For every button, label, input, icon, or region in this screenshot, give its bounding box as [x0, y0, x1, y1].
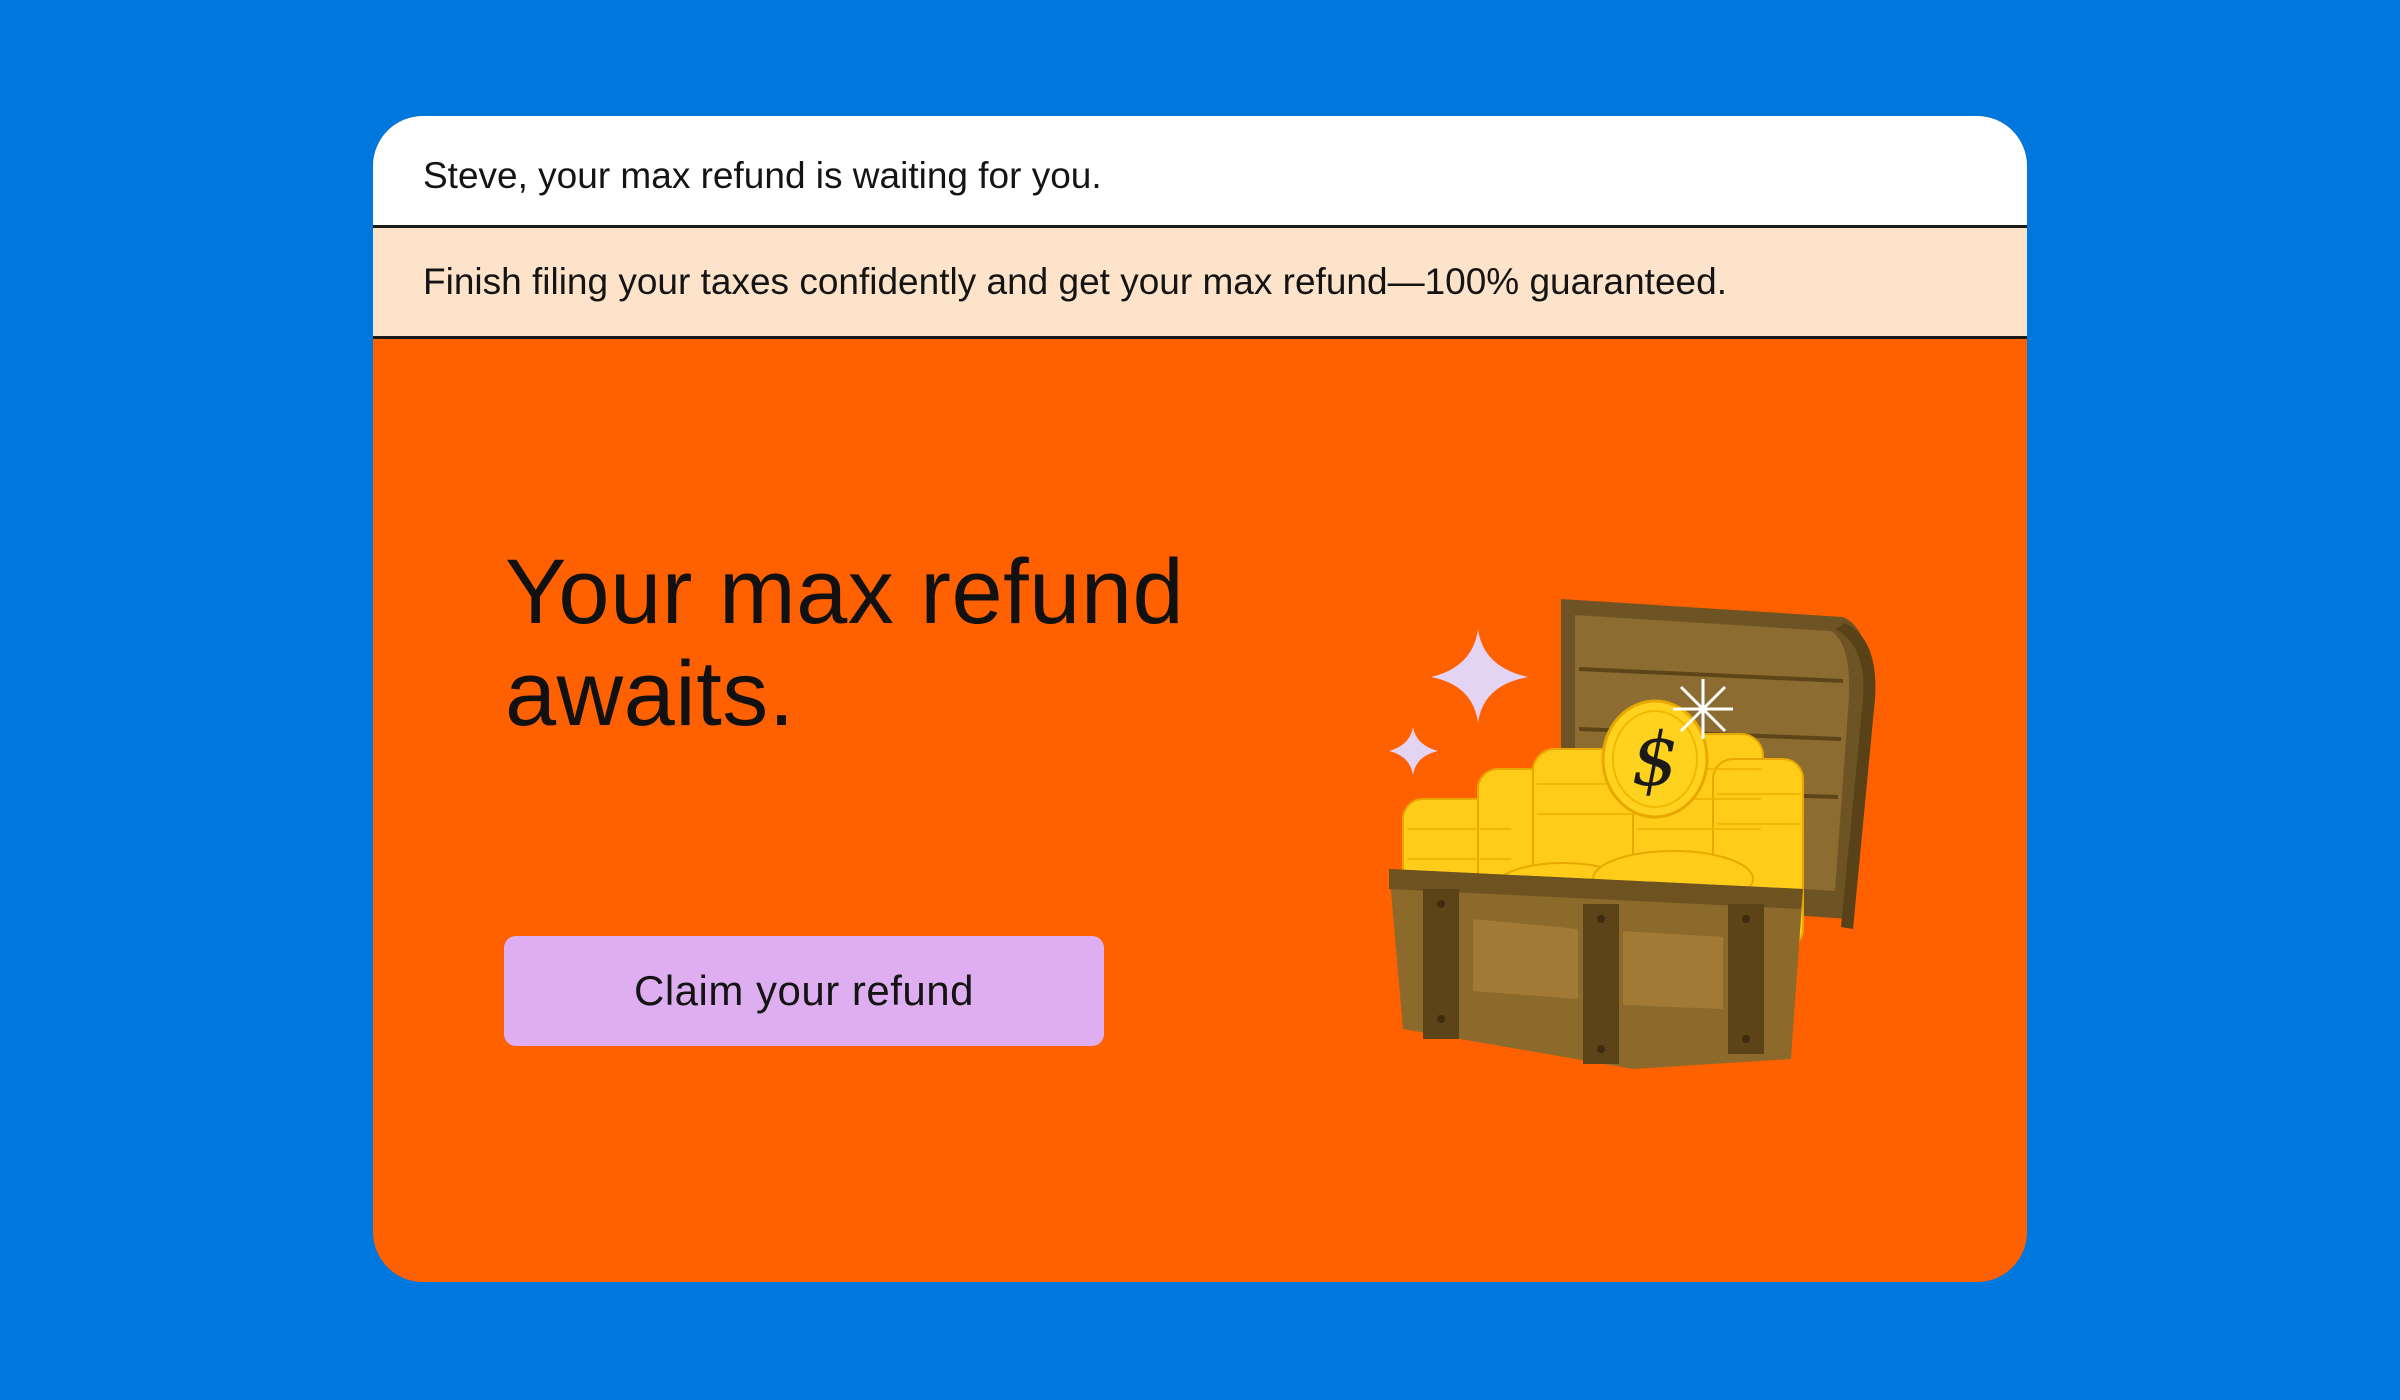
hero-section: Your max refund awaits. Claim your refun… — [373, 339, 2027, 1282]
dollar-coin-icon: $ — [1601, 699, 1709, 819]
star-sparkle-icon — [1673, 679, 1733, 739]
hero-headline: Your max refund awaits. — [505, 541, 1185, 745]
promo-text: Finish filing your taxes confidently and… — [423, 261, 1727, 302]
sparkle-small-icon — [1389, 727, 1438, 775]
sparkle-large-icon — [1431, 629, 1528, 723]
treasure-chest-icon: $ — [1389, 599, 1876, 1069]
greeting-text: Steve, your max refund is waiting for yo… — [423, 154, 1102, 196]
greeting-bar: Steve, your max refund is waiting for yo… — [373, 116, 2027, 228]
promo-bar: Finish filing your taxes confidently and… — [373, 228, 2027, 339]
refund-card: Steve, your max refund is waiting for yo… — [373, 116, 2027, 1282]
claim-refund-button[interactable]: Claim your refund — [504, 936, 1104, 1046]
coin-symbol: $ — [1631, 717, 1678, 803]
